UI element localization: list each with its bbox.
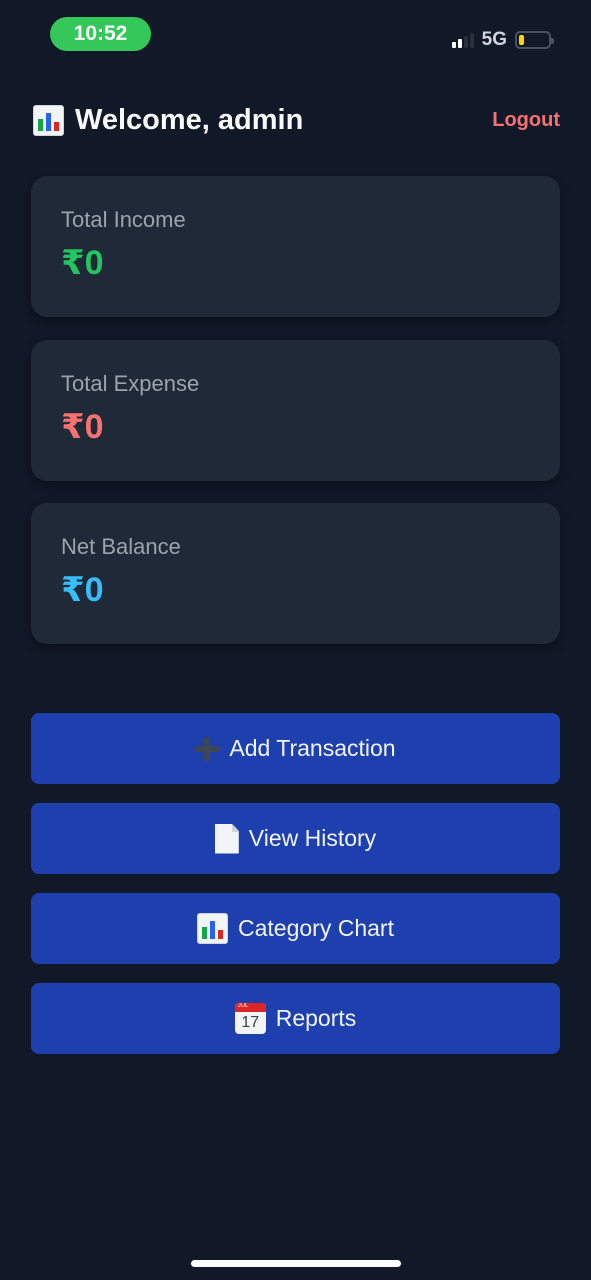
reports-button[interactable]: JUL 17 Reports [31, 983, 560, 1054]
calendar-icon: JUL 17 [234, 1003, 266, 1034]
bar-chart-icon [33, 104, 64, 136]
signal-icon [451, 32, 474, 48]
total-expense-label: Total Expense [61, 371, 200, 396]
total-income-label: Total Income [61, 207, 186, 232]
bar-chart-icon [197, 913, 229, 944]
add-transaction-label: Add Transaction [229, 735, 396, 761]
total-expense-card: Total Expense ₹0 [31, 340, 560, 481]
network-label: 5G [481, 29, 507, 50]
header: Welcome, admin Logout [33, 98, 560, 142]
net-balance-label: Net Balance [61, 534, 181, 559]
net-balance-card: Net Balance ₹0 [31, 503, 560, 644]
welcome-group: Welcome, admin [33, 104, 303, 137]
status-time: 10:52 [50, 17, 151, 51]
logout-button[interactable]: Logout [492, 109, 560, 132]
reports-label: Reports [275, 1005, 357, 1031]
net-balance-value: ₹0 [61, 571, 104, 609]
total-income-card: Total Income ₹0 [31, 176, 560, 317]
welcome-title: Welcome, admin [75, 103, 304, 136]
total-income-value: ₹0 [61, 244, 104, 282]
add-transaction-button[interactable]: Add Transaction [31, 713, 560, 784]
total-expense-value: ₹0 [61, 408, 104, 446]
home-indicator[interactable] [191, 1260, 401, 1267]
status-indicators: 5G [451, 28, 554, 52]
plus-icon [195, 736, 220, 761]
view-history-button[interactable]: View History [31, 803, 560, 874]
category-chart-label: Category Chart [238, 915, 394, 941]
battery-icon [515, 31, 554, 49]
view-history-label: View History [248, 825, 377, 851]
document-icon [214, 823, 239, 854]
category-chart-button[interactable]: Category Chart [31, 893, 560, 964]
